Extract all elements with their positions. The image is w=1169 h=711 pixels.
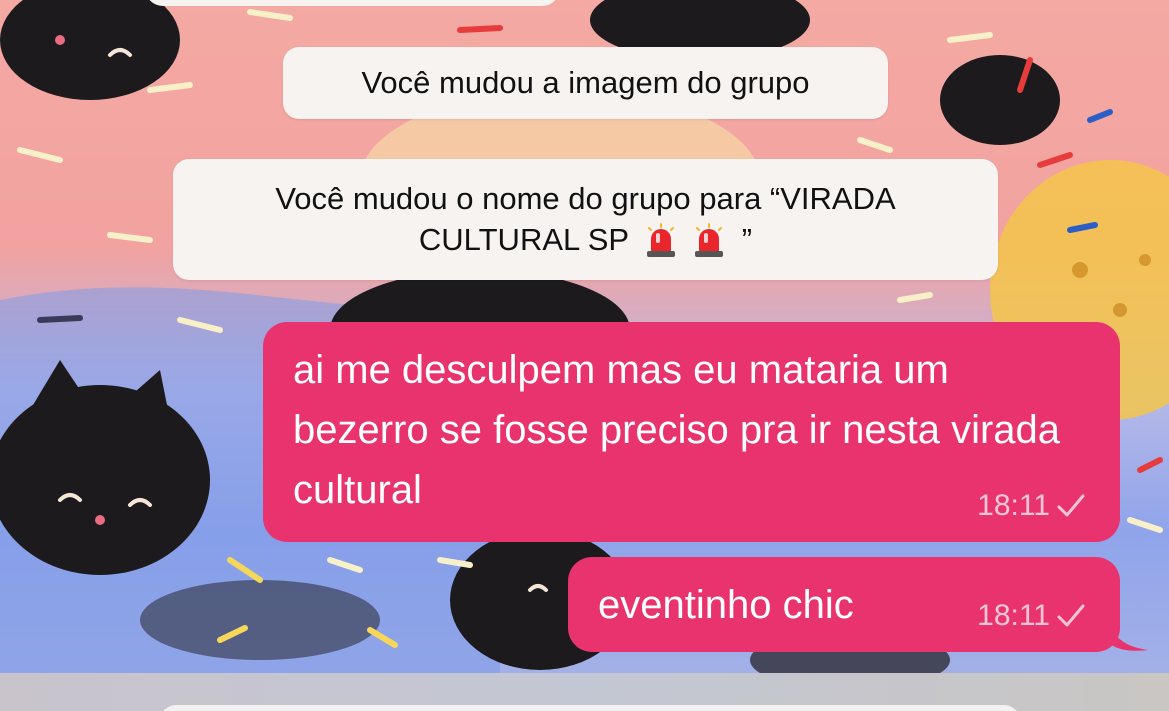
system-message-text: Você mudou a imagem do grupo [361,64,810,100]
message-meta: 18:11 [977,483,1086,528]
message-meta: 18:11 [977,593,1086,638]
previous-message-fragment [145,0,560,6]
system-message-group-image: Você mudou a imagem do grupo [283,47,888,119]
police-siren-icon [643,223,679,259]
check-icon [1056,603,1086,629]
message-input[interactable] [160,705,1020,711]
message-time: 18:11 [977,599,1050,632]
bubble-tail [1108,612,1148,651]
system-message-text: Você mudou o nome do grupo para “VIRADA … [275,179,896,260]
outgoing-message[interactable]: ai me desculpem mas eu mataria um bezerr… [263,322,1120,542]
message-time: 18:11 [977,489,1050,522]
system-message-group-name: Você mudou o nome do grupo para “VIRADA … [173,159,998,280]
outgoing-message[interactable]: eventinho chic 18:11 [568,557,1148,652]
message-text: eventinho chic [598,583,854,627]
chat-screen: Você mudou a imagem do grupo Você mudou … [0,0,1169,711]
check-icon [1056,493,1086,519]
message-text: ai me desculpem mas eu mataria um bezerr… [293,348,1061,512]
police-siren-icon [691,223,727,259]
